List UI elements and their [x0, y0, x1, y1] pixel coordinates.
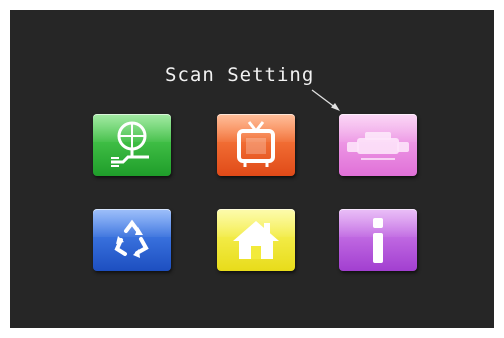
tv-screen: Scan Setting [10, 10, 494, 328]
plug-globe-icon [111, 121, 149, 167]
info-icon [373, 218, 383, 263]
scan-icon [347, 132, 409, 160]
tv-icon [237, 121, 275, 167]
info-button[interactable] [339, 209, 417, 271]
connection-settings-button[interactable] [93, 114, 171, 176]
home-button[interactable] [217, 209, 295, 271]
recycle-icon [114, 219, 149, 258]
recycle-button[interactable] [93, 209, 171, 271]
home-icon [233, 221, 279, 259]
tv-button[interactable] [217, 114, 295, 176]
scan-setting-button[interactable] [339, 114, 417, 176]
